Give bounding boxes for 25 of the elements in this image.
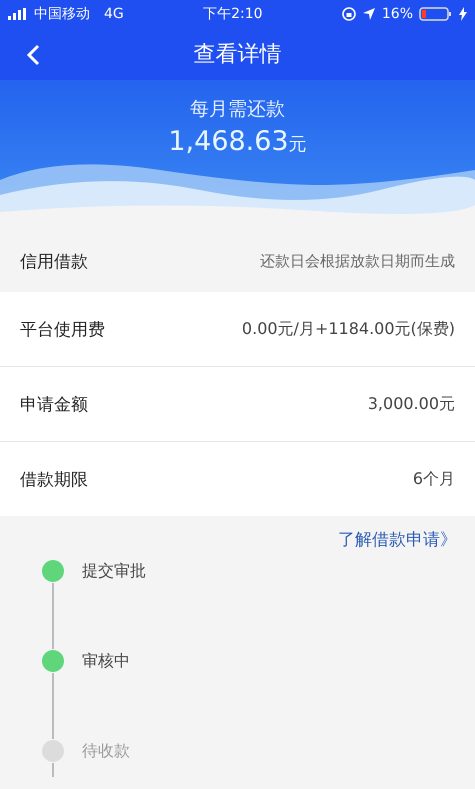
row-value: 0.00元/月+1184.00元(保费) xyxy=(242,318,455,340)
monthly-payment-label: 每月需还款 xyxy=(190,97,285,122)
loan-info-link[interactable]: 了解借款申请》 xyxy=(338,528,457,551)
page-title: 查看详情 xyxy=(194,41,282,69)
row-label: 借款期限 xyxy=(20,468,88,490)
back-icon[interactable] xyxy=(26,44,40,66)
row-value: 6个月 xyxy=(412,468,455,490)
lock-rotation-icon xyxy=(342,7,356,21)
step-label: 审核中 xyxy=(82,650,130,672)
row-value: 还款日会根据放款日期而生成 xyxy=(260,252,455,270)
carrier-name: 中国移动 xyxy=(34,5,90,23)
step-label: 待收款 xyxy=(82,740,130,762)
row-label: 信用借款 xyxy=(20,250,88,272)
signal-icon xyxy=(8,8,28,20)
monthly-payment-amount: 1,468.63元 xyxy=(168,126,307,157)
row-value: 3,000.00元 xyxy=(368,394,455,414)
battery-icon xyxy=(419,7,453,21)
row-label: 申请金额 xyxy=(20,394,88,416)
clock-time: 下午2:10 xyxy=(203,6,263,22)
step-label: 提交审批 xyxy=(82,560,146,582)
charging-icon xyxy=(459,7,467,21)
location-icon xyxy=(362,7,376,21)
row-label: 平台使用费 xyxy=(20,318,105,340)
battery-percent: 16% xyxy=(382,6,413,22)
network-type: 4G xyxy=(104,6,124,22)
